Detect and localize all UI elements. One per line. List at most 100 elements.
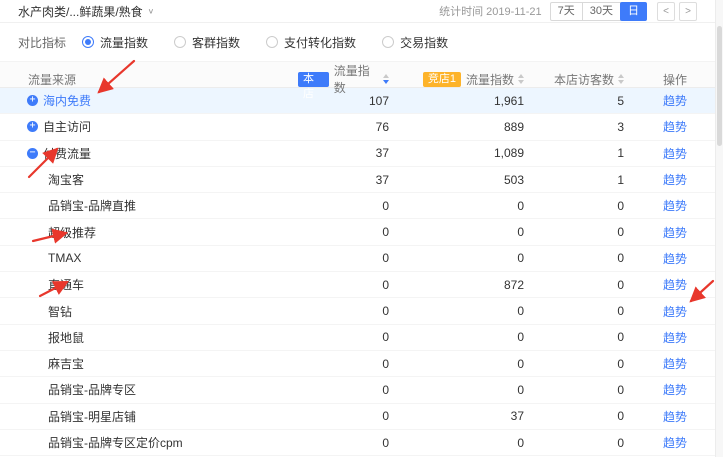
- sort-icon[interactable]: [383, 74, 389, 84]
- competitor-index-value: 0: [395, 251, 530, 265]
- source-name: TMAX: [48, 251, 81, 265]
- table-row: 品销宝-品牌专区 0 0 0 趋势: [0, 377, 715, 403]
- own-metric-label: 流量指数: [334, 62, 379, 96]
- source-name: 智钻: [48, 303, 72, 320]
- trend-link[interactable]: 趋势: [663, 436, 687, 450]
- trend-link[interactable]: 趋势: [663, 383, 687, 397]
- trend-link[interactable]: 趋势: [663, 147, 687, 161]
- visitors-value: 0: [530, 225, 630, 239]
- prev-day-button[interactable]: <: [657, 2, 675, 21]
- next-day-button[interactable]: >: [679, 2, 697, 21]
- own-index-value: 0: [298, 225, 395, 239]
- visitors-value: 0: [530, 304, 630, 318]
- own-index-value: 0: [298, 436, 395, 450]
- own-index-value: 107: [298, 94, 395, 108]
- trend-link[interactable]: 趋势: [663, 226, 687, 240]
- action-cell: 趋势: [630, 92, 715, 109]
- action-cell: 趋势: [630, 171, 715, 188]
- radio-conversion-index[interactable]: 支付转化指数: [266, 34, 356, 51]
- radio-icon: [382, 36, 394, 48]
- col-header-source: 流量来源: [0, 71, 298, 88]
- trend-link[interactable]: 趋势: [663, 94, 687, 108]
- visitors-value: 3: [530, 120, 630, 134]
- source-name: 淘宝客: [48, 171, 84, 188]
- compare-label: 对比指标: [18, 34, 66, 51]
- expand-toggle-icon[interactable]: +: [27, 121, 38, 132]
- scrollbar[interactable]: [715, 0, 723, 457]
- action-cell: 趋势: [630, 381, 715, 398]
- radio-label: 流量指数: [100, 34, 148, 51]
- source-cell: 品销宝-品牌直推: [0, 197, 298, 214]
- visitors-value: 0: [530, 199, 630, 213]
- visitors-value: 1: [530, 173, 630, 187]
- action-cell: 趋势: [630, 329, 715, 346]
- action-cell: 趋势: [630, 408, 715, 425]
- col-header-competitor-index[interactable]: 竞店1 流量指数: [395, 71, 530, 88]
- expand-toggle-icon[interactable]: −: [27, 148, 38, 159]
- action-cell: 趋势: [630, 355, 715, 372]
- own-index-value: 76: [298, 120, 395, 134]
- stat-time-caption: 统计时间: [439, 6, 483, 18]
- competitor-index-value: 503: [395, 173, 530, 187]
- source-name: 品销宝-品牌直推: [48, 197, 136, 214]
- radio-customer-index[interactable]: 客群指数: [174, 34, 240, 51]
- competitor-index-value: 0: [395, 383, 530, 397]
- source-name: 直通车: [48, 276, 84, 293]
- table-row: 麻吉宝 0 0 0 趋势: [0, 351, 715, 377]
- col-header-own-index[interactable]: 本店 流量指数: [298, 62, 395, 96]
- category-selector[interactable]: 水产肉类/...鲜蔬果/熟食 ∨: [18, 3, 154, 20]
- radio-traffic-index[interactable]: 流量指数: [82, 34, 148, 51]
- range-day-button[interactable]: 日: [620, 2, 647, 21]
- source-name: 付费流量: [43, 145, 91, 162]
- trend-link[interactable]: 趋势: [663, 357, 687, 371]
- competitor-badge: 竞店1: [423, 72, 461, 87]
- trend-link[interactable]: 趋势: [663, 331, 687, 345]
- sort-icon[interactable]: [518, 74, 524, 84]
- trend-link[interactable]: 趋势: [663, 199, 687, 213]
- source-name: 品销宝-品牌专区定价cpm: [48, 434, 183, 451]
- range-30d-button[interactable]: 30天: [582, 2, 621, 21]
- action-cell: 趋势: [630, 434, 715, 451]
- visitors-label: 本店访客数: [554, 71, 614, 88]
- trend-link[interactable]: 趋势: [663, 410, 687, 424]
- trend-link[interactable]: 趋势: [663, 120, 687, 134]
- source-cell: + 海内免费: [0, 92, 298, 109]
- visitors-value: 0: [530, 436, 630, 450]
- date-pager: < >: [657, 2, 697, 21]
- source-name: 品销宝-品牌专区: [48, 381, 136, 398]
- sort-icon[interactable]: [618, 74, 624, 84]
- radio-trade-index[interactable]: 交易指数: [382, 34, 448, 51]
- source-cell: 品销宝-明星店铺: [0, 408, 298, 425]
- trend-link[interactable]: 趋势: [663, 305, 687, 319]
- col-header-visitors[interactable]: 本店访客数: [530, 71, 630, 88]
- scrollbar-thumb[interactable]: [717, 26, 722, 146]
- source-cell: + 自主访问: [0, 118, 298, 135]
- competitor-traffic-analysis-page: 水产肉类/...鲜蔬果/熟食 ∨ 统计时间 2019-11-21 7天 30天 …: [0, 0, 723, 457]
- own-index-value: 0: [298, 278, 395, 292]
- col-header-action: 操作: [630, 71, 715, 88]
- table-header: 流量来源 本店 流量指数 竞店1 流量指数 本店访客数 操作: [0, 61, 715, 88]
- range-7d-button[interactable]: 7天: [550, 2, 583, 21]
- source-name: 超级推荐: [48, 224, 96, 241]
- own-index-value: 0: [298, 383, 395, 397]
- own-index-value: 0: [298, 251, 395, 265]
- visitors-value: 0: [530, 278, 630, 292]
- radio-icon: [266, 36, 278, 48]
- radio-label: 客群指数: [192, 34, 240, 51]
- source-cell: 超级推荐: [0, 224, 298, 241]
- source-cell: − 付费流量: [0, 145, 298, 162]
- table-row: − 付费流量 37 1,089 1 趋势: [0, 141, 715, 167]
- table-row: 淘宝客 37 503 1 趋势: [0, 167, 715, 193]
- source-name: 海内免费: [43, 92, 91, 109]
- visitors-value: 0: [530, 251, 630, 265]
- source-cell: 直通车: [0, 276, 298, 293]
- source-name: 品销宝-明星店铺: [48, 408, 136, 425]
- competitor-index-value: 872: [395, 278, 530, 292]
- trend-link[interactable]: 趋势: [663, 278, 687, 292]
- trend-link[interactable]: 趋势: [663, 252, 687, 266]
- table-row: 品销宝-品牌直推 0 0 0 趋势: [0, 193, 715, 219]
- action-cell: 趋势: [630, 224, 715, 241]
- expand-toggle-icon[interactable]: +: [27, 95, 38, 106]
- trend-link[interactable]: 趋势: [663, 173, 687, 187]
- competitor-index-value: 1,089: [395, 146, 530, 160]
